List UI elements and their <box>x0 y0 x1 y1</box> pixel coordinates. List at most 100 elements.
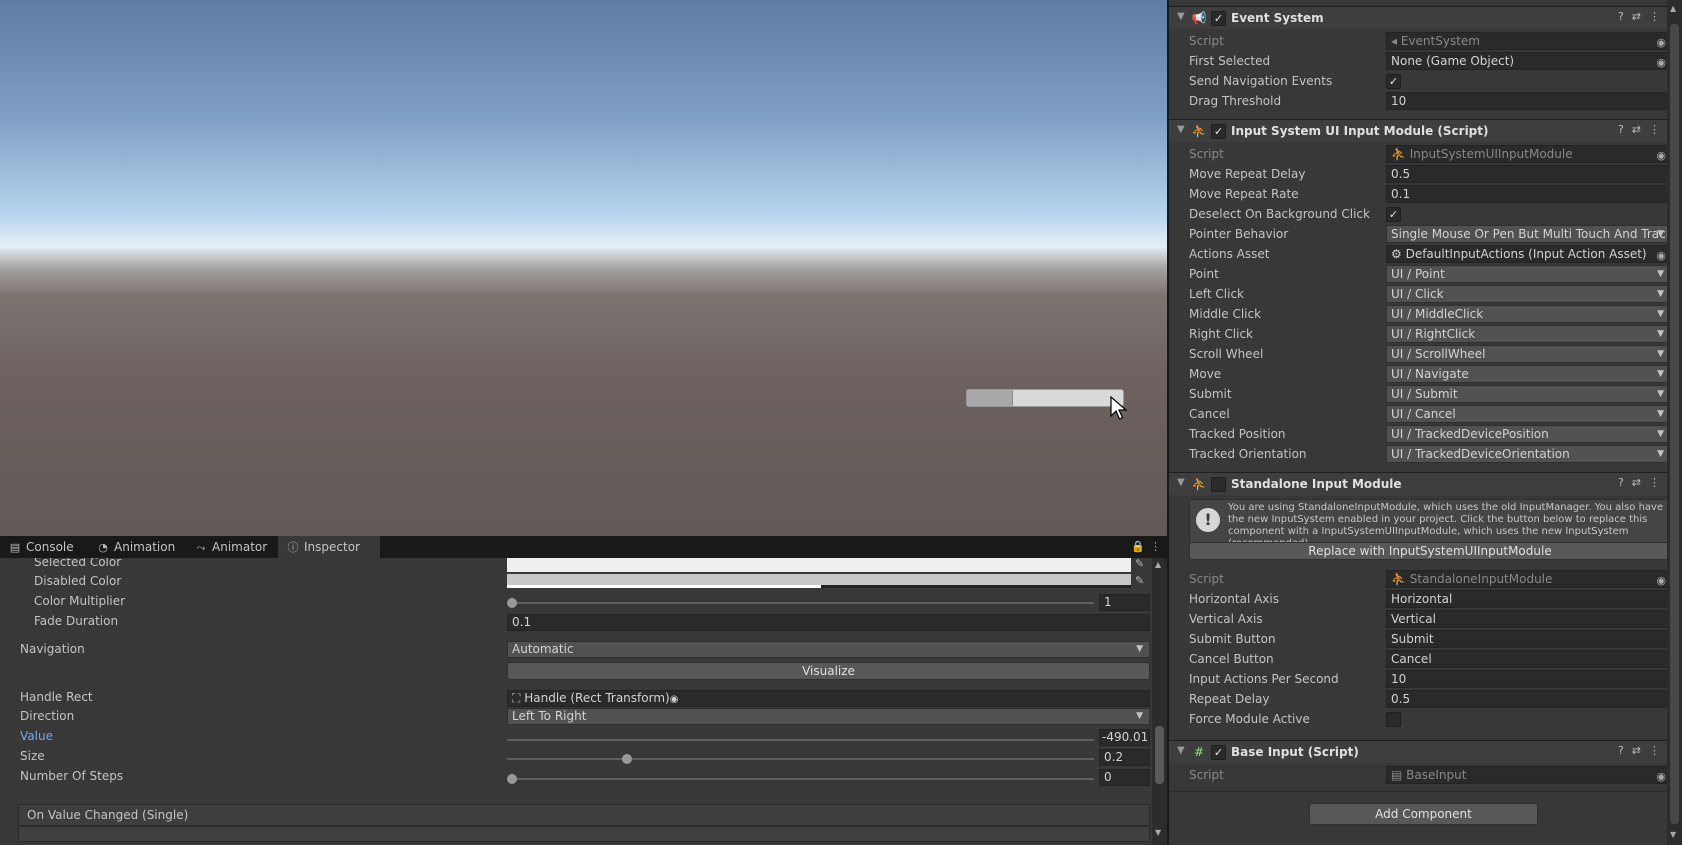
game-slider[interactable] <box>966 389 1124 407</box>
tab-animation[interactable]: ◔ Animation <box>88 536 194 558</box>
scroll-down-icon[interactable]: ▼ <box>1155 828 1161 837</box>
script-field: ⛹ StandaloneInputModule ◉ <box>1386 570 1671 588</box>
horizontal-axis-field[interactable]: Horizontal <box>1386 590 1671 608</box>
middle-click-dropdown[interactable]: UI / MiddleClick ▼ <box>1386 305 1671 323</box>
preset-icon[interactable]: ⇄ <box>1632 476 1649 489</box>
help-icon[interactable]: ? <box>1618 744 1632 757</box>
force-module-active-checkbox[interactable] <box>1386 712 1401 727</box>
preset-icon[interactable]: ⇄ <box>1632 123 1649 136</box>
add-component-button[interactable]: Add Component <box>1309 803 1538 825</box>
tab-inspector[interactable]: ⓘ Inspector <box>278 536 380 558</box>
tracked-orientation-dropdown[interactable]: UI / TrackedDeviceOrientation ▼ <box>1386 445 1671 463</box>
visualize-button[interactable]: Visualize <box>507 662 1150 680</box>
point-dropdown[interactable]: UI / Point ▼ <box>1386 265 1671 283</box>
vertical-axis-field[interactable]: Vertical <box>1386 610 1671 628</box>
value-field[interactable]: -490.01 <box>1099 729 1150 746</box>
replace-button[interactable]: Replace with InputSystemUIInputModule <box>1189 542 1671 560</box>
input-module-header[interactable]: ▼ ⛹ ✓ Input System UI Input Module (Scri… <box>1169 119 1680 142</box>
steps-track[interactable] <box>512 778 1094 780</box>
move-dropdown[interactable]: UI / Navigate ▼ <box>1386 365 1671 383</box>
tab-console[interactable]: ▤ Console <box>0 536 96 558</box>
scroll-wheel-dropdown[interactable]: UI / ScrollWheel ▼ <box>1386 345 1671 363</box>
fold-arrow-icon[interactable]: ▼ <box>1177 124 1185 135</box>
lock-icon[interactable]: 🔒 <box>1131 540 1145 553</box>
more-menu-icon[interactable]: ⋮ <box>1649 123 1668 136</box>
color-multiplier-knob[interactable] <box>507 598 517 608</box>
fold-arrow-icon[interactable]: ▼ <box>1177 745 1185 756</box>
fold-arrow-icon[interactable]: ▼ <box>1177 11 1185 22</box>
submit-button-field[interactable]: Submit <box>1386 630 1671 648</box>
color-multiplier-track[interactable] <box>512 602 1094 604</box>
handle-rect-field[interactable]: ⛶ Handle (Rect Transform)◉ <box>507 690 1150 707</box>
steps-knob[interactable] <box>507 774 517 784</box>
move-repeat-rate-field[interactable]: 0.1 <box>1386 185 1671 203</box>
size-knob[interactable] <box>622 754 632 764</box>
enabled-checkbox[interactable]: ✓ <box>1211 11 1226 26</box>
scroll-up-icon[interactable]: ▲ <box>1155 560 1161 569</box>
deselect-on-background-click-checkbox[interactable]: ✓ <box>1386 207 1401 222</box>
repeat-delay-field[interactable]: 0.5 <box>1386 690 1671 708</box>
chevron-down-icon: ▼ <box>1657 329 1664 339</box>
divider <box>1169 791 1680 792</box>
enabled-checkbox[interactable]: ✓ <box>1211 124 1226 139</box>
scroll-up-icon[interactable]: ▲ <box>1670 4 1676 13</box>
tracked-position-dropdown[interactable]: UI / TrackedDevicePosition ▼ <box>1386 425 1671 443</box>
move-repeat-rate-label: Move Repeat Rate <box>1189 187 1299 201</box>
help-icon[interactable]: ? <box>1618 10 1632 23</box>
game-slider-handle[interactable] <box>967 390 1013 406</box>
input-actions-per-second-field[interactable]: 10 <box>1386 670 1671 688</box>
object-picker-icon[interactable]: ◉ <box>1656 248 1666 262</box>
pointer-behavior-dropdown[interactable]: Single Mouse Or Pen But Multi Touch And … <box>1386 225 1671 243</box>
size-track[interactable] <box>507 758 1094 760</box>
direction-dropdown[interactable]: Left To Right ▼ <box>507 708 1150 725</box>
vertical-axis-row: Vertical Axis Vertical <box>1169 609 1680 629</box>
tab-animator[interactable]: ⤳ Animator <box>186 536 286 558</box>
event-system-header[interactable]: ▼ 📢 ✓ Event System ?⇄⋮ <box>1169 6 1680 29</box>
scroll-down-icon[interactable]: ▼ <box>1670 830 1676 839</box>
scrollbar-thumb[interactable] <box>1670 24 1679 824</box>
middle-click-row: Middle Click UI / MiddleClick ▼ <box>1169 304 1680 324</box>
selected-color-field[interactable] <box>507 558 1131 572</box>
drag-threshold-field[interactable]: 10 <box>1386 92 1671 110</box>
help-icon[interactable]: ? <box>1618 123 1632 136</box>
navigation-dropdown[interactable]: Automatic ▼ <box>507 641 1150 658</box>
disabled-color-field[interactable] <box>507 574 1131 588</box>
more-menu-icon[interactable]: ⋮ <box>1649 476 1668 489</box>
more-menu-icon[interactable]: ⋮ <box>1649 10 1668 23</box>
scrollbar-thumb[interactable] <box>1155 726 1164 784</box>
color-multiplier-field[interactable]: 1 <box>1099 594 1150 611</box>
object-picker-icon[interactable]: ◉ <box>1656 55 1666 69</box>
move-repeat-delay-field[interactable]: 0.5 <box>1386 165 1671 183</box>
cancel-dropdown[interactable]: UI / Cancel ▼ <box>1386 405 1671 423</box>
game-view[interactable] <box>0 0 1167 536</box>
base-input-header[interactable]: ▼ # ✓ Base Input (Script) ?⇄⋮ <box>1169 740 1680 763</box>
enabled-checkbox[interactable] <box>1211 477 1226 492</box>
submit-dropdown[interactable]: UI / Submit ▼ <box>1386 385 1671 403</box>
preset-icon[interactable]: ⇄ <box>1632 744 1649 757</box>
eyedropper-icon[interactable]: ✎ <box>1135 574 1144 587</box>
fade-duration-field[interactable]: 0.1 <box>507 614 1150 631</box>
right-scrollbar[interactable]: ▲ ▼ <box>1667 0 1682 845</box>
event-list[interactable] <box>18 826 1150 842</box>
eyedropper-icon[interactable]: ✎ <box>1135 558 1144 570</box>
cancel-button-field[interactable]: Cancel <box>1386 650 1671 668</box>
selected-color-label: Selected Color <box>34 558 122 569</box>
standalone-header[interactable]: ▼ ⛹ Standalone Input Module ?⇄⋮ <box>1169 472 1680 495</box>
object-picker-icon[interactable]: ◉ <box>670 694 679 705</box>
fold-arrow-icon[interactable]: ▼ <box>1177 477 1185 488</box>
bottom-scrollbar[interactable]: ▲ ▼ <box>1152 558 1167 845</box>
send-navigation-checkbox[interactable]: ✓ <box>1386 74 1401 89</box>
more-menu-icon[interactable]: ⋮ <box>1649 744 1668 757</box>
help-icon[interactable]: ? <box>1618 476 1632 489</box>
steps-field[interactable]: 0 <box>1099 769 1150 786</box>
more-menu-icon[interactable]: ⋮ <box>1150 540 1161 553</box>
first-selected-field[interactable]: None (Game Object) ◉ <box>1386 52 1671 70</box>
scroll-wheel-label: Scroll Wheel <box>1189 347 1264 361</box>
actions-asset-field[interactable]: ⚙ DefaultInputActions (Input Action Asse… <box>1386 245 1671 263</box>
size-field[interactable]: 0.2 <box>1099 749 1150 766</box>
right-click-dropdown[interactable]: UI / RightClick ▼ <box>1386 325 1671 343</box>
left-click-dropdown[interactable]: UI / Click ▼ <box>1386 285 1671 303</box>
value-track[interactable] <box>507 739 1094 741</box>
enabled-checkbox[interactable]: ✓ <box>1211 745 1226 760</box>
preset-icon[interactable]: ⇄ <box>1632 10 1649 23</box>
